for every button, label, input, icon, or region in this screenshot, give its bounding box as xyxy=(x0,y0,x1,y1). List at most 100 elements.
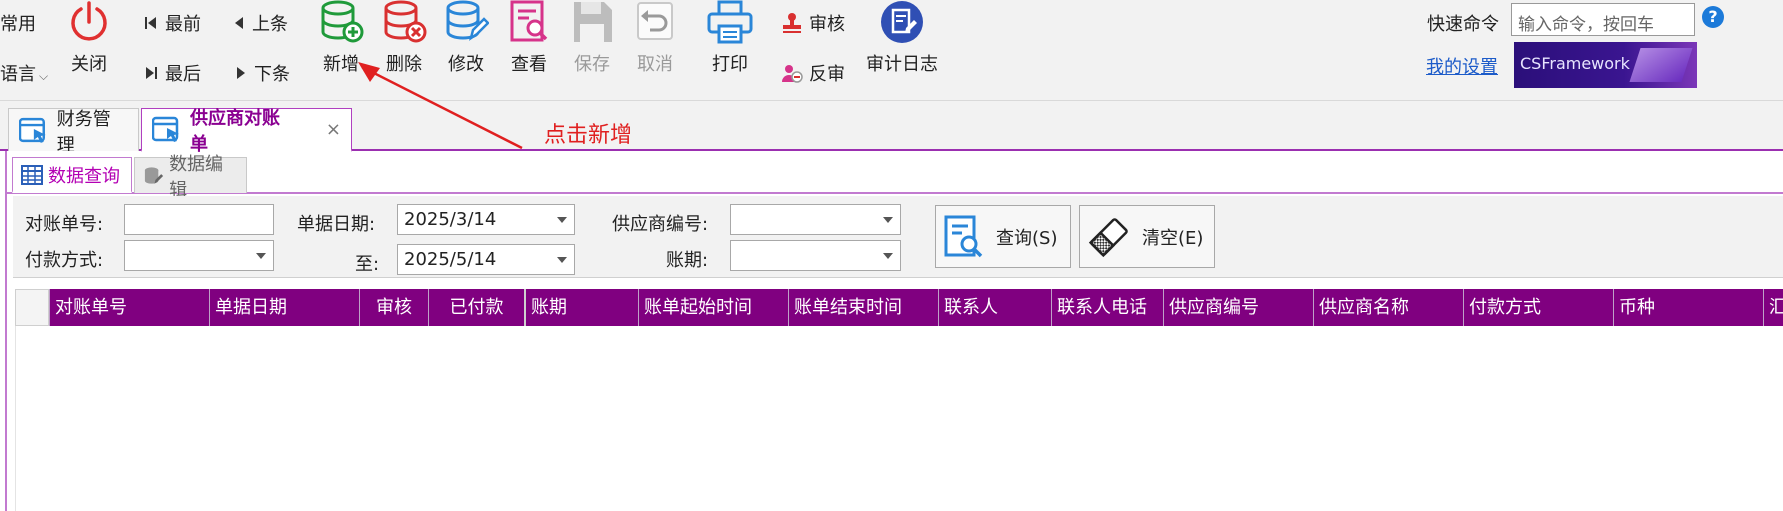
cancel-button[interactable]: 取消 xyxy=(624,0,686,76)
caret-down-icon xyxy=(883,253,893,259)
tab-supplier-statement[interactable]: 供应商对账单 × xyxy=(141,108,352,155)
tab-finance-management[interactable]: 财务管理 xyxy=(8,108,139,156)
my-settings-link[interactable]: 我的设置 xyxy=(1426,53,1498,79)
nav-first-label: 最前 xyxy=(165,14,201,35)
nav-prev-label: 上条 xyxy=(252,14,288,35)
caret-down-icon xyxy=(557,257,567,263)
clear-button[interactable]: 清空(E) xyxy=(1079,205,1215,268)
database-edit-icon xyxy=(144,166,164,184)
floppy-save-icon xyxy=(574,2,612,42)
grid-body[interactable] xyxy=(15,326,1783,511)
grid-corner-cell[interactable] xyxy=(15,289,49,326)
eraser-icon xyxy=(1088,217,1128,257)
close-label: 关闭 xyxy=(71,54,107,75)
query-label: 查询(S) xyxy=(996,227,1058,249)
pay-method-label: 付款方式: xyxy=(25,250,104,271)
caret-down-icon xyxy=(557,217,567,223)
audit-log-label: 审计日志 xyxy=(866,54,938,75)
nav-first-button[interactable]: 最前 xyxy=(145,10,201,36)
laptop-icon xyxy=(1629,48,1693,82)
column-header[interactable]: 付款方式 xyxy=(1463,289,1613,326)
audit-log-icon xyxy=(881,1,923,43)
date-to-value: 2025/5/14 xyxy=(404,249,497,270)
tab-finance-label: 财务管理 xyxy=(56,108,111,156)
brand-text: CSFramework xyxy=(1520,54,1630,73)
date-to-picker[interactable]: 2025/5/14 xyxy=(397,244,575,275)
column-header[interactable]: 联系人电话 xyxy=(1051,289,1163,326)
bill-no-label: 对账单号: xyxy=(25,214,104,235)
database-add-icon xyxy=(321,0,364,43)
caret-down-icon xyxy=(256,253,266,259)
language-label: 语言 xyxy=(0,64,36,85)
document-search-icon xyxy=(510,0,548,42)
print-label: 打印 xyxy=(712,54,748,75)
skip-first-icon xyxy=(145,17,156,29)
column-header[interactable]: 对账单号 xyxy=(49,289,209,326)
tab-data-edit[interactable]: 数据编辑 xyxy=(134,154,247,201)
nav-last-button[interactable]: 最后 xyxy=(145,60,201,86)
print-button[interactable]: 打印 xyxy=(699,0,761,76)
column-header[interactable]: 已付款 xyxy=(428,289,524,326)
period-label: 账期: xyxy=(666,250,709,271)
nav-last-label: 最后 xyxy=(165,64,201,85)
column-header[interactable]: 账单结束时间 xyxy=(788,289,938,326)
stamp-icon xyxy=(783,13,801,33)
power-icon xyxy=(71,1,107,41)
grid-table-icon xyxy=(21,164,43,185)
period-select[interactable] xyxy=(730,240,901,271)
window-cursor-icon xyxy=(19,117,46,143)
toolbar-common-menu[interactable]: 常用 xyxy=(0,10,36,36)
annotation-text: 点击新增 xyxy=(544,123,633,148)
undo-icon xyxy=(637,2,673,40)
approve-button[interactable]: 审核 xyxy=(781,10,845,36)
nav-next-label: 下条 xyxy=(254,64,290,85)
brand-banner: CSFramework xyxy=(1514,42,1697,88)
date-from-value: 2025/3/14 xyxy=(404,209,497,230)
close-button[interactable]: 关闭 xyxy=(58,0,120,76)
column-header[interactable]: 账单起始时间 xyxy=(638,289,788,326)
quick-command-label: 快速命令 xyxy=(1427,14,1499,35)
nav-prev-button[interactable]: 上条 xyxy=(234,10,288,36)
unapprove-button[interactable]: 反审 xyxy=(781,60,845,86)
chevron-down-icon: ⌵ xyxy=(39,69,49,83)
bill-no-input[interactable] xyxy=(124,204,274,235)
caret-right-icon xyxy=(237,67,245,79)
save-button[interactable]: 保存 xyxy=(561,0,623,76)
printer-icon xyxy=(707,0,753,44)
nav-next-button[interactable]: 下条 xyxy=(236,60,290,86)
tab-data-edit-label: 数据编辑 xyxy=(169,153,224,201)
caret-down-icon xyxy=(883,217,893,223)
annotation-arrow xyxy=(358,62,523,150)
user-revoke-icon xyxy=(782,65,803,83)
database-edit-icon xyxy=(446,0,489,41)
supplier-code-select[interactable] xyxy=(730,204,901,235)
save-label: 保存 xyxy=(574,54,610,75)
column-header[interactable]: 供应商编号 xyxy=(1163,289,1313,326)
document-search-icon xyxy=(944,215,983,257)
unapprove-label: 反审 xyxy=(809,64,845,85)
sub-tab-strip xyxy=(7,151,1783,194)
tab-supplier-label: 供应商对账单 xyxy=(189,107,280,155)
column-header[interactable]: 单据日期 xyxy=(209,289,359,326)
column-header[interactable]: 联系人 xyxy=(938,289,1051,326)
date-label: 单据日期: xyxy=(297,214,376,235)
toolbar-language-menu[interactable]: 语言 ⌵ xyxy=(0,60,48,86)
approve-label: 审核 xyxy=(809,14,845,35)
quick-command-input[interactable]: 输入命令，按回车 xyxy=(1511,3,1695,36)
date-from-picker[interactable]: 2025/3/14 xyxy=(397,204,575,235)
column-header[interactable]: 供应商名称 xyxy=(1313,289,1463,326)
date-to-label: 至: xyxy=(355,254,380,275)
pay-method-select[interactable] xyxy=(124,240,274,271)
caret-left-icon xyxy=(235,17,243,29)
tab-data-query-label: 数据查询 xyxy=(48,165,120,187)
column-header[interactable]: 账期 xyxy=(524,289,638,326)
help-icon[interactable]: ? xyxy=(1702,6,1724,28)
skip-last-icon xyxy=(146,67,157,79)
column-header[interactable]: 汇 xyxy=(1763,289,1783,326)
tab-data-query[interactable]: 数据查询 xyxy=(12,157,132,193)
column-header[interactable]: 审核 xyxy=(359,289,428,326)
close-icon[interactable]: × xyxy=(326,119,341,140)
column-header[interactable]: 币种 xyxy=(1613,289,1763,326)
query-button[interactable]: 查询(S) xyxy=(935,205,1071,268)
audit-log-button[interactable]: 审计日志 xyxy=(864,0,940,76)
